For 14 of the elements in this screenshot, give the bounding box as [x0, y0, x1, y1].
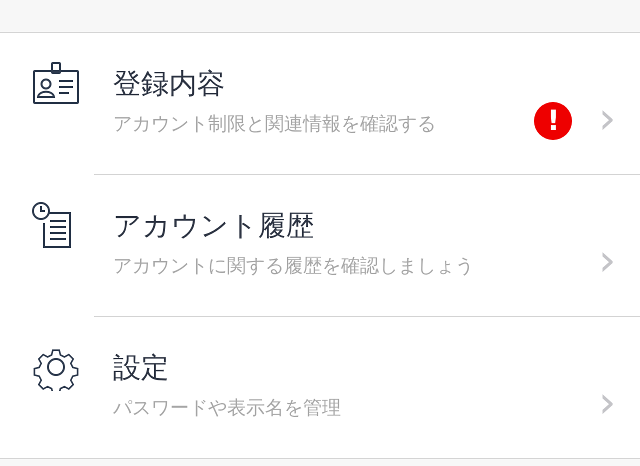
item-description: パスワードや表示名を管理 — [113, 396, 342, 421]
menu-item[interactable]: 設定 パスワードや表示名を管理 › — [0, 317, 640, 458]
chevron-icon: › — [598, 238, 616, 282]
chevron-icon: › — [598, 96, 616, 140]
id-card-icon — [32, 59, 80, 107]
item-title: 設定 — [113, 350, 170, 386]
menu-item[interactable]: アカウント履歴 アカウントに関する履歴を確認しましょう › — [0, 175, 640, 316]
item-title: アカウント履歴 — [113, 208, 315, 244]
chevron-icon: › — [598, 380, 616, 424]
menu-item[interactable]: 登録内容 アカウント制限と関連情報を確認する ! › — [0, 33, 640, 174]
item-description: アカウントに関する履歴を確認しましょう — [113, 254, 475, 279]
item-description: アカウント制限と関連情報を確認する — [113, 112, 437, 137]
item-title: 登録内容 — [113, 66, 226, 102]
alert-badge: ! — [534, 102, 572, 140]
